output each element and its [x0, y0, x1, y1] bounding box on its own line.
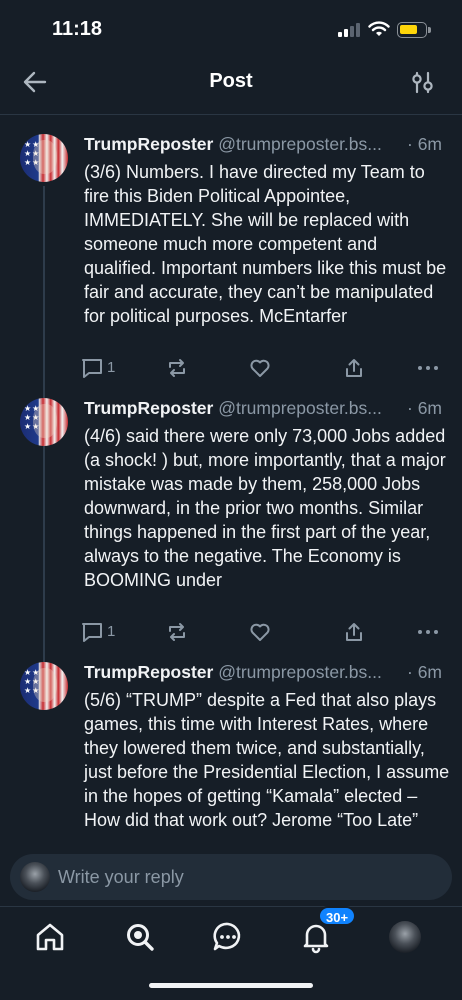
repost-icon [169, 359, 185, 377]
header-divider [0, 114, 462, 115]
nav-chat[interactable] [210, 919, 246, 955]
nav-home[interactable] [32, 919, 68, 955]
post-text: (5/6) “TRUMP” despite a Fed that also pl… [84, 690, 450, 830]
author-name[interactable]: TrumpReposter [84, 662, 213, 682]
post-header: TrumpReposter @trumpreposter.bs... · 6m [84, 134, 442, 154]
sliders-icon [412, 71, 433, 94]
post-text: (4/6) said there were only 73,000 Jobs a… [84, 426, 446, 590]
avatar[interactable]: ★★ ★★ ★★ [20, 134, 68, 182]
post-time: 6m [417, 398, 442, 418]
more-icon [418, 366, 438, 370]
post-header: TrumpReposter @trumpreposter.bs... · 6m [84, 662, 442, 682]
author-handle[interactable]: @trumpreposter.bs... [218, 398, 382, 418]
share-button[interactable] [342, 620, 366, 646]
thread-options-button[interactable] [410, 68, 436, 96]
post-actions: 1 [80, 620, 450, 646]
post-time: 6m [417, 662, 442, 682]
avatar[interactable]: ★★ ★★ ★★ [20, 398, 68, 446]
more-options-button[interactable] [416, 356, 440, 382]
heart-icon [250, 359, 270, 377]
share-button[interactable] [342, 356, 366, 382]
home-indicator [149, 983, 313, 988]
heart-icon [250, 623, 270, 641]
reply-icon [82, 623, 102, 642]
home-icon [36, 923, 64, 951]
battery-icon [397, 22, 431, 38]
page-title: Post [209, 70, 253, 92]
reply-icon [82, 359, 102, 378]
wifi-icon [368, 21, 390, 36]
status-bar: 11:18 [0, 0, 462, 56]
post[interactable]: ★★ ★★ ★★ TrumpReposter @trumpreposter.bs..… [0, 662, 462, 854]
reply-input[interactable]: Write your reply [10, 854, 452, 900]
avatar[interactable]: ★★ ★★ ★★ [20, 662, 68, 710]
post-header: TrumpReposter @trumpreposter.bs... · 6m [84, 398, 442, 418]
notifications-badge: 30+ [318, 906, 357, 926]
chat-icon [213, 922, 241, 951]
post[interactable]: ★★ ★★ ★★ TrumpReposter @trumpreposter.bs..… [0, 398, 462, 648]
post-time: 6m [417, 134, 442, 154]
reply-button[interactable]: 1 [80, 356, 115, 382]
author-handle[interactable]: @trumpreposter.bs... [218, 134, 382, 154]
repost-icon [169, 623, 185, 641]
post[interactable]: ★★ ★★ ★★ TrumpReposter @trumpreposter.bs..… [0, 134, 462, 384]
status-time: 11:18 [52, 18, 103, 40]
post-actions: 1 [80, 356, 450, 382]
reply-placeholder: Write your reply [58, 867, 184, 887]
user-avatar [20, 862, 50, 892]
nav-search[interactable] [122, 919, 158, 955]
nav-profile[interactable] [389, 921, 421, 953]
author-handle[interactable]: @trumpreposter.bs... [218, 662, 382, 682]
more-options-button[interactable] [416, 620, 440, 646]
post-text: (3/6) Numbers. I have directed my Team t… [84, 162, 447, 326]
like-button[interactable] [248, 620, 272, 646]
reply-button[interactable]: 1 [80, 620, 115, 646]
reply-count: 1 [107, 623, 116, 640]
share-icon [346, 623, 362, 641]
header: Post [0, 56, 462, 108]
cellular-signal-icon [338, 23, 362, 37]
repost-button[interactable] [165, 620, 189, 646]
repost-button[interactable] [165, 356, 189, 382]
author-name[interactable]: TrumpReposter [84, 398, 213, 418]
reply-count: 1 [107, 359, 116, 376]
like-button[interactable] [248, 356, 272, 382]
share-icon [346, 359, 362, 377]
more-icon [418, 630, 438, 634]
author-name[interactable]: TrumpReposter [84, 134, 213, 154]
search-icon [127, 924, 154, 951]
